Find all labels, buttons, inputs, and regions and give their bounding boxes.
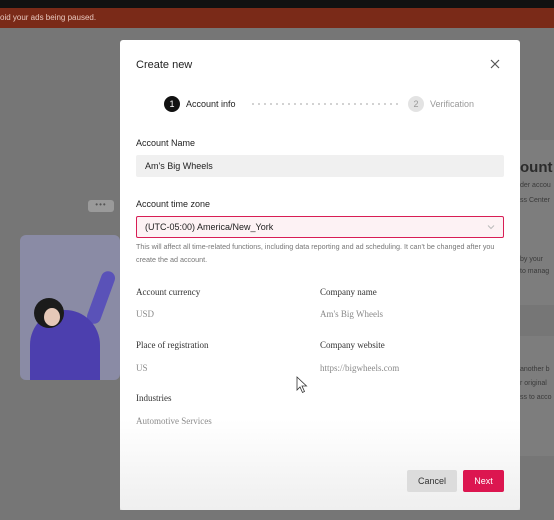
time-zone-helper-text: This will affect all time-related functi… xyxy=(136,242,495,264)
registration-value: US xyxy=(136,363,148,373)
background-text: by your xyxy=(520,256,543,263)
time-zone-select[interactable]: (UTC-05:00) America/New_York xyxy=(136,216,504,238)
step-label-verification: Verification xyxy=(430,99,475,109)
currency-label: Account currency xyxy=(136,287,201,297)
background-text: ss Center xyxy=(520,197,550,204)
stepper: 1 Account info 2 Verification xyxy=(164,96,484,114)
background-text: another b xyxy=(520,366,550,373)
company-name-value: Am's Big Wheels xyxy=(320,309,383,319)
industries-label: Industries xyxy=(136,393,172,403)
modal-title: Create new xyxy=(136,59,193,71)
close-icon[interactable] xyxy=(488,57,502,71)
registration-label: Place of registration xyxy=(136,340,209,350)
company-website-label: Company website xyxy=(320,340,385,350)
ads-warning-banner: oid your ads being paused. xyxy=(0,8,554,28)
mouse-cursor-icon xyxy=(296,376,308,394)
currency-value: USD xyxy=(136,309,155,319)
background-text: r original xyxy=(520,380,547,387)
background-text: der accou xyxy=(520,182,551,189)
chevron-down-icon xyxy=(487,225,495,230)
create-account-modal: Create new 1 Account info 2 Verification… xyxy=(120,40,520,510)
warning-text: oid your ads being paused. xyxy=(0,13,97,22)
time-zone-label: Account time zone xyxy=(136,199,211,209)
background-text: to manag xyxy=(520,268,550,275)
step-number-2: 2 xyxy=(408,96,424,112)
background-heading: ount xyxy=(520,159,553,176)
step-number-1: 1 xyxy=(164,96,180,112)
company-name-label: Company name xyxy=(320,287,377,297)
next-button[interactable]: Next xyxy=(463,470,504,492)
illustration-face xyxy=(44,308,60,326)
step-connector xyxy=(250,103,400,105)
background-text: ss to acco xyxy=(520,394,552,401)
person-illustration xyxy=(20,200,130,380)
account-name-label: Account Name xyxy=(136,138,196,148)
cancel-button[interactable]: Cancel xyxy=(407,470,457,492)
step-label-account-info: Account info xyxy=(186,99,236,109)
industries-value: Automotive Services xyxy=(136,416,212,426)
account-name-input[interactable]: Am's Big Wheels xyxy=(136,155,504,177)
time-zone-value: (UTC-05:00) America/New_York xyxy=(145,222,274,232)
top-bar xyxy=(0,0,554,8)
modal-footer-shade xyxy=(120,420,520,510)
company-website-value: https://bigwheels.com xyxy=(320,363,400,373)
